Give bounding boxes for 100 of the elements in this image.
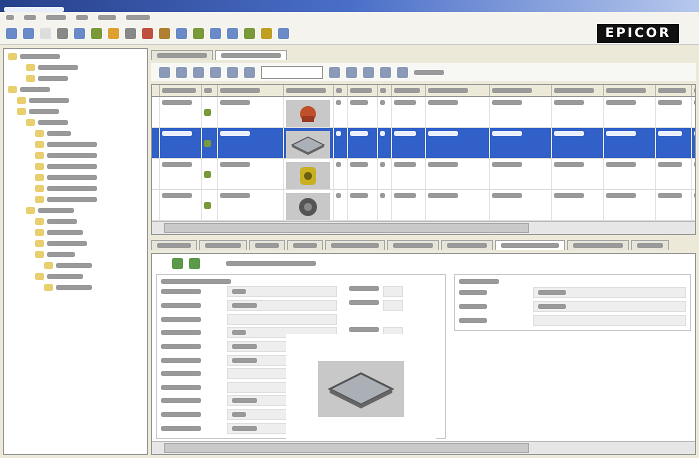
toolbar-icon[interactable] <box>74 28 85 38</box>
grid-row[interactable] <box>152 128 695 159</box>
toolbar-icon[interactable] <box>210 66 221 78</box>
tab[interactable] <box>325 240 385 250</box>
blurred-text <box>47 164 97 169</box>
toolbar-icon[interactable] <box>6 28 17 38</box>
tab[interactable] <box>441 240 493 250</box>
blurred-text <box>232 344 257 349</box>
tab[interactable] <box>151 50 213 60</box>
status-icon[interactable] <box>204 140 211 147</box>
blurred-text <box>161 371 201 376</box>
grid-row[interactable] <box>152 159 695 190</box>
toolbar-icon[interactable] <box>176 28 187 38</box>
toolbar-icon[interactable] <box>159 28 170 38</box>
blurred-text <box>428 100 458 105</box>
status-icon[interactable] <box>204 109 211 116</box>
toolbar-icon[interactable] <box>23 28 34 38</box>
toolbar-icon[interactable] <box>261 28 272 38</box>
blurred-text <box>221 53 281 58</box>
blurred-text <box>220 100 250 105</box>
blurred-text <box>538 304 566 308</box>
blurred-text <box>76 14 88 20</box>
blurred-text <box>428 131 458 136</box>
blurred-text <box>637 243 663 248</box>
blurred-text <box>161 302 201 308</box>
blurred-text <box>658 88 686 93</box>
toolbar-icon[interactable] <box>193 28 204 38</box>
blurred-text <box>350 100 368 105</box>
blurred-text <box>658 162 682 167</box>
input-field[interactable] <box>261 66 323 78</box>
tab[interactable] <box>287 240 323 250</box>
blurred-text <box>459 304 487 308</box>
toolbar-icon[interactable] <box>244 28 255 38</box>
blurred-text <box>220 88 260 93</box>
tab[interactable] <box>567 240 629 250</box>
toolbar-icon[interactable] <box>210 28 221 38</box>
part-thumbnail <box>286 193 330 220</box>
toolbar-icon[interactable] <box>108 28 119 38</box>
toolbar-icon[interactable] <box>278 28 289 38</box>
blurred-text <box>554 88 594 93</box>
part-thumbnail <box>286 162 330 189</box>
blurred-text <box>380 100 385 105</box>
toolbar-icon[interactable] <box>159 66 170 78</box>
toolbar-icon[interactable] <box>397 66 408 78</box>
blurred-text <box>380 88 386 93</box>
blurred-text <box>161 289 201 294</box>
blurred-text <box>56 263 92 268</box>
blurred-text <box>162 88 196 93</box>
tab[interactable] <box>631 240 669 250</box>
status-icon[interactable] <box>204 202 211 209</box>
part-thumbnail <box>286 100 330 127</box>
blurred-text <box>336 193 341 198</box>
toolbar-icon[interactable] <box>57 28 68 38</box>
blurred-text <box>459 290 487 294</box>
blurred-text <box>47 274 83 279</box>
blurred-text <box>459 318 487 322</box>
toolbar-icon[interactable] <box>227 66 238 78</box>
blurred-text <box>46 14 66 20</box>
blurred-text <box>349 300 379 305</box>
toolbar-icon[interactable] <box>142 28 153 38</box>
toolbar-icon[interactable] <box>193 66 204 78</box>
blurred-text <box>161 426 201 431</box>
blurred-text <box>38 120 68 125</box>
blurred-text <box>204 88 212 93</box>
toolbar-icon[interactable] <box>244 66 255 78</box>
blurred-text <box>232 398 257 404</box>
tab[interactable] <box>249 240 285 250</box>
blurred-text <box>161 412 201 418</box>
blurred-text <box>47 186 97 191</box>
blurred-text <box>47 197 97 202</box>
toolbar-icon[interactable] <box>329 66 340 78</box>
blurred-text <box>501 243 559 248</box>
tab[interactable] <box>151 240 197 250</box>
blurred-text <box>47 252 75 257</box>
blurred-text <box>205 243 241 248</box>
toolbar-icon[interactable] <box>227 28 238 38</box>
tab[interactable] <box>215 50 287 60</box>
toolbar-icon[interactable] <box>91 28 102 38</box>
blurred-text <box>492 131 522 136</box>
toolbar-icon[interactable] <box>125 28 136 38</box>
blurred-text <box>47 153 97 158</box>
blurred-text <box>606 193 636 198</box>
status-icon[interactable] <box>204 171 211 178</box>
blurred-text <box>47 131 71 136</box>
horizontal-scrollbar[interactable] <box>152 221 695 234</box>
blurred-text <box>554 162 584 167</box>
tab[interactable] <box>495 240 565 250</box>
horizontal-scrollbar[interactable] <box>152 441 695 454</box>
toolbar-icon[interactable] <box>176 66 187 78</box>
toolbar-icon[interactable] <box>346 66 357 78</box>
blurred-text <box>29 109 59 114</box>
toolbar-icon[interactable] <box>380 66 391 78</box>
blurred-text <box>126 14 150 20</box>
blurred-text <box>336 162 341 167</box>
blurred-text <box>232 330 246 336</box>
blurred-text <box>161 398 201 404</box>
tab[interactable] <box>387 240 439 250</box>
blurred-text <box>606 88 646 93</box>
tab[interactable] <box>199 240 247 250</box>
toolbar-icon[interactable] <box>363 66 374 78</box>
